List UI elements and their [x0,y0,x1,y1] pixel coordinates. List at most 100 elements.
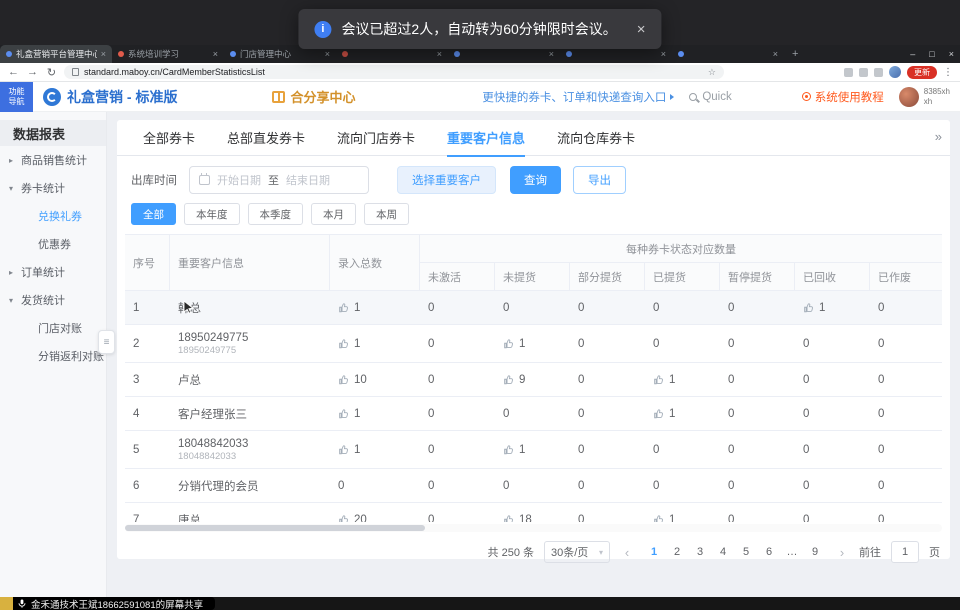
page-size-select[interactable]: 30条/页 ▾ [544,541,610,563]
quick-filter-chip[interactable]: 本月 [311,203,356,225]
cell-count: 0 [420,480,495,492]
tutorial-link[interactable]: 系统使用教程 [802,89,884,105]
card-count-icon [338,408,350,420]
browser-tab[interactable]: 礼盒营销平台管理中心× [0,45,112,63]
sidebar-item[interactable]: 兑换礼券 [0,202,106,230]
table-row[interactable]: 3卢总100901000 [125,363,942,397]
table-row[interactable]: 5180488420331804884203310100000 [125,431,942,469]
url-bar[interactable]: standard.maboy.cn/CardMemberStatisticsLi… [64,65,724,79]
page-button[interactable]: 9 [805,541,825,563]
tab-close-icon[interactable]: × [437,49,442,59]
count-value: 9 [519,374,525,386]
new-tab-button[interactable]: + [784,45,806,63]
count-value: 0 [728,444,734,456]
table-row[interactable]: 4客户经理张三10001000 [125,397,942,431]
page-button[interactable]: 6 [759,541,779,563]
tab-close-icon[interactable]: × [549,49,554,59]
screen-share-text: 金禾通技术王斌18662591081的屏幕共享 [31,597,203,610]
count-value: 0 [878,514,884,523]
tab-close-icon[interactable]: × [773,49,778,59]
username-line1: 8385xh [924,87,950,96]
quick-filter-chip[interactable]: 本周 [364,203,409,225]
select-customer-button[interactable]: 选择重要客户 [397,166,496,194]
cell-count: 1 [330,338,420,350]
close-button[interactable]: × [949,49,954,59]
page-button[interactable]: … [782,541,802,563]
sidebar-item[interactable]: 优惠券 [0,230,106,258]
horizontal-scrollbar[interactable] [125,524,942,532]
extension-icon[interactable] [844,68,853,77]
cell-count: 0 [420,444,495,456]
content-tab[interactable]: 总部直发券卡 [211,120,321,156]
browser-update-button[interactable]: 更新 [907,66,937,79]
sidebar-item[interactable]: ▾发货统计 [0,286,106,314]
quick-entry-link[interactable]: 更快捷的券卡、订单和快递查询入口 [482,89,674,105]
tab-close-icon[interactable]: × [213,49,218,59]
scrollbar-thumb[interactable] [125,525,425,531]
user-chip[interactable]: 8385xh xh [899,87,950,107]
sidebar-collapse-handle[interactable]: ≡ [98,330,115,354]
quick-filter-chip[interactable]: 全部 [131,203,176,225]
back-icon[interactable]: ← [7,66,20,78]
export-button[interactable]: 导出 [573,166,626,194]
sidebar-item[interactable]: ▸订单统计 [0,258,106,286]
tab-close-icon[interactable]: × [101,49,106,59]
browser-tab[interactable]: 系统培训学习× [112,45,224,63]
maximize-button[interactable]: □ [929,49,934,59]
browser-profile-avatar[interactable] [889,66,901,78]
refresh-icon[interactable]: ↻ [45,66,58,79]
count-value: 1 [819,302,825,314]
brand-name: 礼盒营销 - 标准版 [67,87,177,107]
collapse-panel-icon[interactable]: » [935,129,942,144]
tab-close-icon[interactable]: × [325,49,330,59]
table-row[interactable]: 6分销代理的会员00000000 [125,469,942,503]
bookmark-icon[interactable]: ☆ [708,67,716,78]
extension-icon[interactable] [874,68,883,77]
browser-tab[interactable]: × [672,45,784,63]
browser-menu-icon[interactable]: ⋮ [943,67,953,78]
page-button[interactable]: 5 [736,541,756,563]
content-tab[interactable]: 全部券卡 [127,120,211,156]
toast-close-icon[interactable]: × [637,21,646,38]
count-value: 0 [728,374,734,386]
forward-icon[interactable]: → [26,66,39,78]
sidebar-item[interactable]: ▾券卡统计 [0,174,106,202]
tab-close-icon[interactable]: × [661,49,666,59]
content-tab[interactable]: 流向门店券卡 [321,120,431,156]
share-center-link[interactable]: 合分享中心 [272,87,355,106]
extension-icon[interactable] [859,68,868,77]
cell-count: 0 [870,514,942,523]
table-row[interactable]: 7唐总2001801000 [125,503,942,522]
card-tabs: 全部券卡总部直发券卡流向门店券卡重要客户信息流向仓库券卡 » [117,120,950,156]
count-value: 0 [803,374,809,386]
quick-filter-chip[interactable]: 本年度 [184,203,240,225]
sidebar-item[interactable]: 门店对账 [0,314,106,342]
content-tab[interactable]: 流向仓库券卡 [541,120,651,156]
function-nav-button[interactable]: 功能 导航 [0,82,33,112]
content-tab[interactable]: 重要客户信息 [431,120,541,156]
count-value: 0 [428,338,434,350]
cell-count: 0 [645,480,720,492]
minimize-button[interactable]: – [910,49,915,59]
table-row[interactable]: 2189502497751895024977510100000 [125,325,942,363]
goto-page-input[interactable] [891,541,919,563]
page-button[interactable]: 4 [713,541,733,563]
prev-page-icon[interactable]: ‹ [620,545,634,560]
next-page-icon[interactable]: › [835,545,849,560]
customer-name: 18048842033 [178,438,248,450]
sidebar-item-label: 门店对账 [38,320,82,336]
date-range-picker[interactable]: 开始日期 至 结束日期 [189,166,369,194]
card-count-icon [338,302,350,314]
page-button[interactable]: 2 [667,541,687,563]
page-button[interactable]: 3 [690,541,710,563]
sidebar-item[interactable]: ▸商品销售统计 [0,146,106,174]
query-button[interactable]: 查询 [510,166,561,194]
card-count-icon [653,514,665,523]
quick-filter-chip[interactable]: 本季度 [248,203,304,225]
page-button[interactable]: 1 [644,541,664,563]
sidebar-item[interactable]: 分销返利对账 [0,342,106,370]
quick-search[interactable]: Quick [689,91,731,103]
column-header-index: 序号 [125,235,170,291]
tab-favicon-icon [566,51,572,57]
table-row[interactable]: 1韩总10000010 [125,291,942,325]
